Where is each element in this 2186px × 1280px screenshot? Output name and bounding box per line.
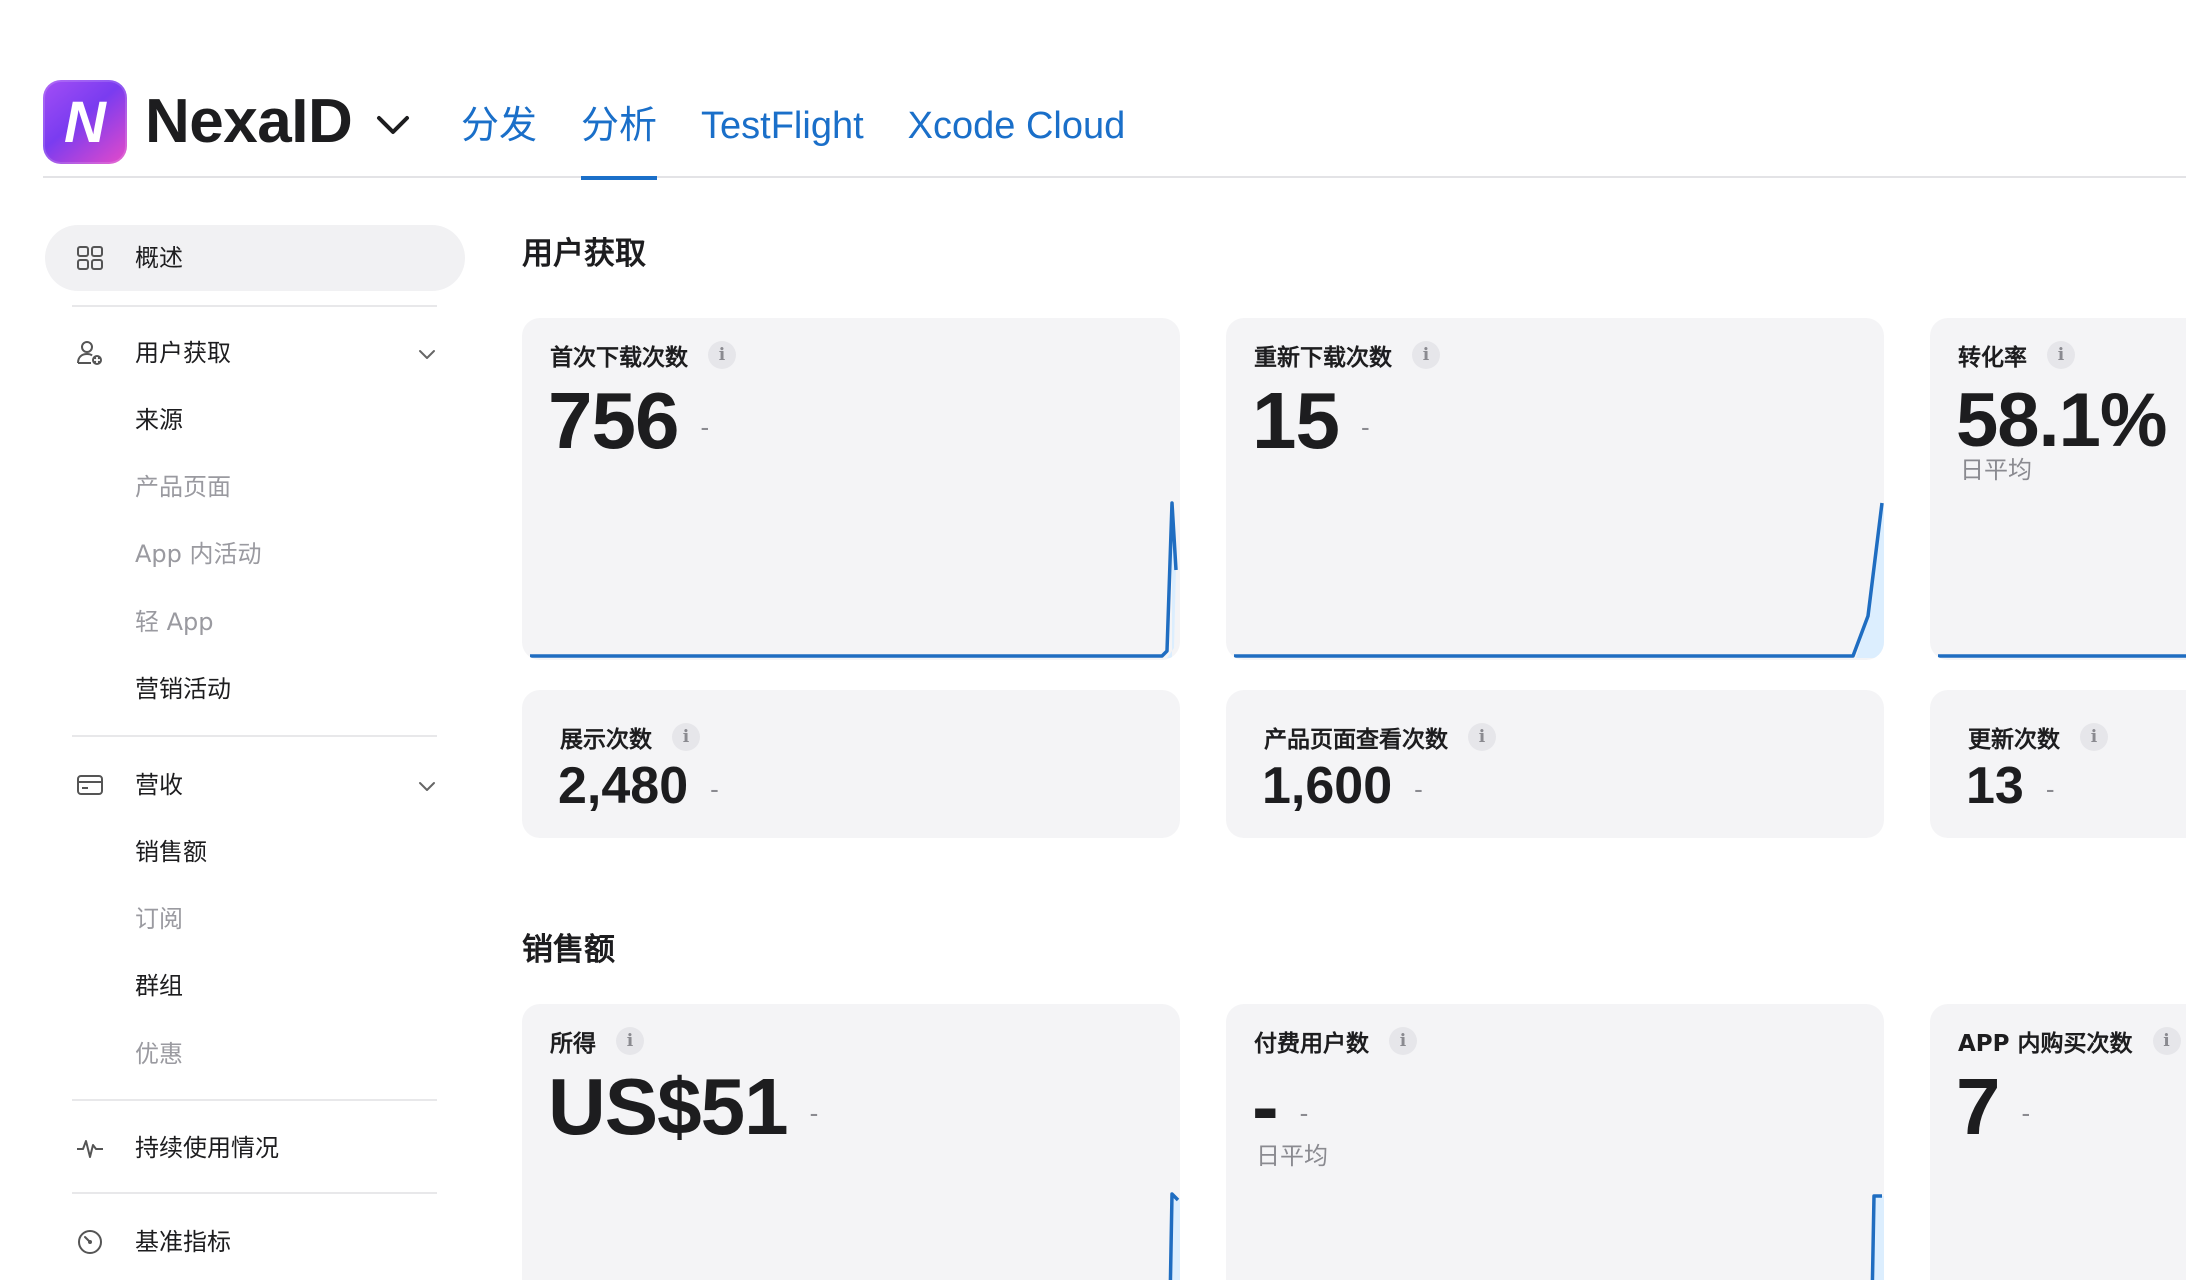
sidebar-item-benchmarks[interactable]: 基准指标 — [45, 1217, 465, 1267]
card-title-text: 展示次数 — [560, 727, 652, 753]
sidebar-item-product-page[interactable]: 产品页面 — [135, 470, 231, 504]
info-icon[interactable]: i — [672, 723, 700, 751]
metric-card-conversion-rate[interactable]: 转化率 i 58.1% 日平均 — [1930, 318, 2186, 660]
sidebar-item-overview[interactable]: 概述 — [45, 225, 465, 291]
sparkline-chart — [530, 501, 1178, 658]
sidebar-item-label: 基准指标 — [135, 1228, 231, 1256]
trend-indicator: - — [2021, 1097, 2031, 1128]
metric-value-text: 13 — [1966, 757, 2024, 815]
user-add-icon — [77, 341, 102, 365]
metric-value-text: 7 — [1956, 1062, 2000, 1151]
metric-value-text: 1,600 — [1262, 757, 1393, 815]
trend-indicator: - — [2045, 774, 2055, 805]
sidebar-item-label: 概述 — [135, 244, 183, 272]
divider — [72, 305, 437, 307]
metric-value-text: 2,480 — [558, 757, 689, 815]
info-icon[interactable]: i — [2152, 1027, 2181, 1055]
sidebar-item-label: 用户获取 — [135, 339, 231, 367]
metric-card-product-page-views[interactable]: 产品页面查看次数 i 1,600- — [1226, 690, 1884, 838]
metric-card-in-app-purchases[interactable]: APP 内购买次数 i 7- — [1930, 1004, 2186, 1280]
divider — [72, 1099, 437, 1101]
app-name[interactable]: NexaID — [145, 88, 353, 156]
metric-value: 13- — [1966, 756, 2055, 819]
sidebar-item-usage[interactable]: 持续使用情况 — [45, 1123, 465, 1173]
card-title: 更新次数 i — [1968, 720, 2108, 754]
sidebar-item-campaigns[interactable]: 营销活动 — [135, 672, 231, 706]
sidebar-item-in-app-events[interactable]: App 内活动 — [135, 537, 262, 571]
sparkline-chart — [1938, 654, 2186, 658]
sparkline-chart — [1168, 1192, 1180, 1280]
metric-value: 7- — [1956, 1062, 2031, 1158]
card-title: 展示次数 i — [560, 720, 700, 754]
chevron-down-icon[interactable] — [373, 104, 413, 144]
divider — [72, 735, 437, 737]
metric-card-impressions[interactable]: 展示次数 i 2,480- — [522, 690, 1180, 838]
sparkline-chart — [1234, 502, 1884, 658]
metric-card-proceeds[interactable]: 所得 i US$51- — [522, 1004, 1180, 1280]
sidebar-item-cohorts[interactable]: 群组 — [135, 969, 183, 1003]
metric-value: 1,600- — [1262, 756, 1423, 819]
metric-value: 2,480- — [558, 756, 719, 819]
metric-card-updates[interactable]: 更新次数 i 13- — [1930, 690, 2186, 838]
metric-card-paying-users[interactable]: 付费用户数 i -- 日平均 — [1226, 1004, 1884, 1280]
card-title-text: 产品页面查看次数 — [1264, 727, 1448, 753]
trend-indicator: - — [1414, 774, 1423, 805]
sidebar-item-sources[interactable]: 来源 — [135, 403, 183, 437]
sidebar-item-acquisition[interactable]: 用户获取 — [45, 328, 465, 378]
info-icon[interactable]: i — [2080, 723, 2108, 751]
top-header: N NexaID 分发 分析 TestFlight Xcode Cloud — [43, 60, 2186, 180]
app-logo-letter: N — [64, 89, 106, 155]
grid-icon — [77, 246, 103, 270]
chevron-down-icon[interactable] — [415, 774, 439, 798]
app-store-connect-page: N NexaID 分发 分析 TestFlight Xcode Cloud 概述 — [0, 0, 2186, 1280]
card-title-text: APP 内购买次数 — [1958, 1031, 2133, 1057]
divider — [72, 1192, 437, 1194]
card-title: 产品页面查看次数 i — [1264, 720, 1496, 754]
metric-card-first-downloads[interactable]: 首次下载次数 i 756- — [522, 318, 1180, 660]
metric-card-redownloads[interactable]: 重新下载次数 i 15- — [1226, 318, 1884, 660]
section-title-sales: 销售额 — [522, 932, 615, 968]
sidebar-item-label: 持续使用情况 — [135, 1134, 279, 1162]
nav-tabs: 分发 分析 TestFlight Xcode Cloud — [461, 104, 1126, 180]
sparkline-chart — [1870, 1194, 1884, 1280]
sidebar-item-revenue[interactable]: 营收 — [45, 760, 465, 810]
sidebar-item-offers[interactable]: 优惠 — [135, 1037, 183, 1071]
chevron-down-icon[interactable] — [415, 342, 439, 366]
info-icon[interactable]: i — [1468, 723, 1496, 751]
gauge-icon — [78, 1230, 102, 1254]
tab-analytics[interactable]: 分析 — [581, 104, 658, 180]
tab-testflight[interactable]: TestFlight — [701, 104, 864, 178]
sidebar-item-sales[interactable]: 销售额 — [135, 835, 207, 869]
trend-indicator: - — [710, 774, 719, 805]
sidebar-item-app-clips[interactable]: 轻 App — [135, 605, 214, 639]
sidebar-item-label: 营收 — [135, 771, 183, 799]
activity-icon — [77, 1140, 103, 1158]
app-logo-icon[interactable]: N — [43, 80, 127, 164]
sidebar-item-subscriptions[interactable]: 订阅 — [135, 902, 183, 936]
tab-distribution[interactable]: 分发 — [461, 104, 537, 178]
card-title: APP 内购买次数 i — [1958, 1024, 2181, 1058]
tab-xcode-cloud[interactable]: Xcode Cloud — [908, 104, 1126, 178]
card-title-text: 更新次数 — [1968, 727, 2060, 753]
section-title-acquisition: 用户获取 — [522, 236, 646, 272]
card-icon — [77, 775, 103, 795]
